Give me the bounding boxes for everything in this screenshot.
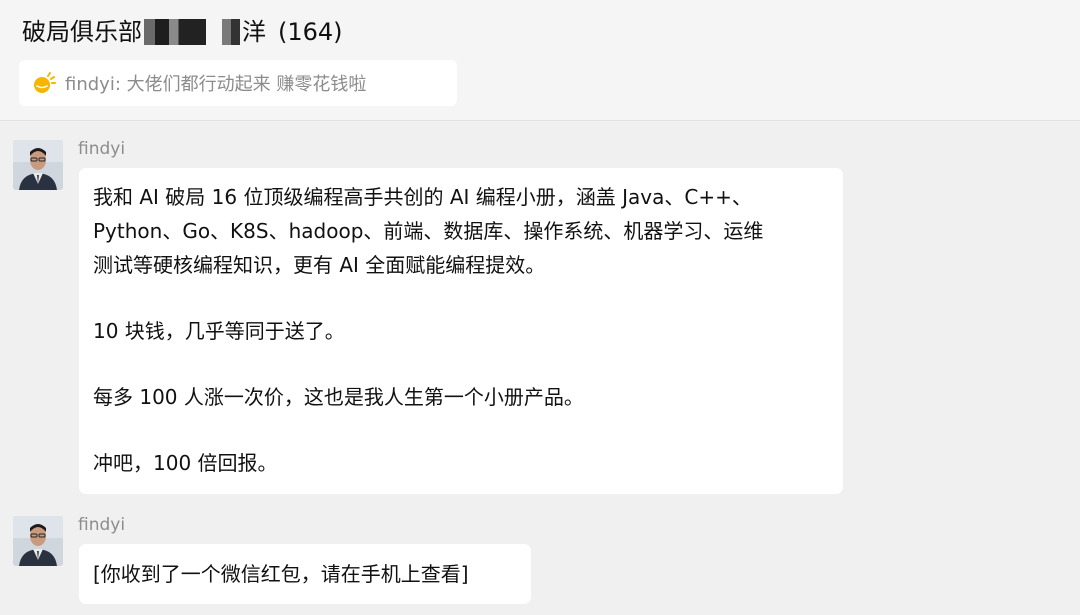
message-line: Python、Go、K8S、hadoop、前端、数据库、操作系统、机器学习、运维 [93,219,764,243]
chat-title-text: 破局俱乐部 [22,18,142,46]
chat-title-suffix: 洋 [242,18,266,46]
message-line: 每多 100 人涨一次价，这也是我人生第一个小册产品。 [93,385,584,409]
message-line: 测试等硬核编程知识，更有 AI 全面赋能编程提效。 [93,253,546,277]
message-line: 10 块钱，几乎等同于送了。 [93,319,345,343]
sender-name: findyi [78,139,126,159]
sender-name: findyi [78,515,126,535]
redacted-name-block [144,19,206,45]
member-count: (164) [278,18,343,46]
pinned-announcement[interactable]: findyi: 大佬们都行动起来 赚零花钱啦 [19,60,457,106]
message-line: 冲吧，100 倍回报。 [93,451,278,475]
message-bubble[interactable]: 我和 AI 破局 16 位顶级编程高手共创的 AI 编程小册，涵盖 Java、C… [79,168,843,494]
pinned-text: findyi: 大佬们都行动起来 赚零花钱啦 [65,74,367,95]
chat-title[interactable]: 破局俱乐部 洋 (164) [22,15,343,49]
redacted-name-block [222,19,240,45]
red-packet-message-bubble[interactable]: [你收到了一个微信红包，请在手机上查看] [79,544,531,604]
message-line: 我和 AI 破局 16 位顶级编程高手共创的 AI 编程小册，涵盖 Java、C… [93,185,752,209]
announcement-icon [31,70,57,96]
chat-header: 破局俱乐部 洋 (164) findyi: 大佬们都行动起来 赚零花钱啦 [0,0,1080,121]
avatar[interactable] [13,140,63,190]
message-line: [你收到了一个微信红包，请在手机上查看] [93,562,469,586]
avatar[interactable] [13,516,63,566]
